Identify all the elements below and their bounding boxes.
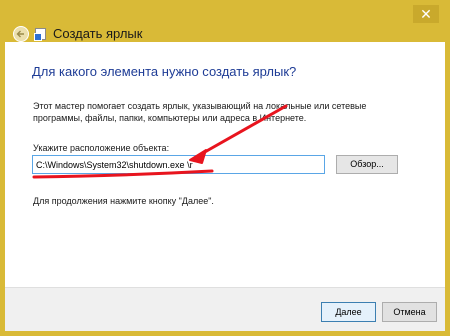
browse-button[interactable]: Обзор... [336, 155, 398, 174]
wizard-footer: Далее Отмена [5, 287, 445, 331]
close-button[interactable]: ✕ [413, 5, 439, 23]
cancel-button[interactable]: Отмена [382, 302, 437, 322]
shortcut-icon [34, 28, 46, 41]
location-input[interactable] [32, 155, 325, 174]
close-icon: ✕ [420, 6, 432, 22]
wizard-description: Этот мастер помогает создать ярлык, указ… [33, 101, 367, 123]
location-label: Укажите расположение объекта: [33, 143, 170, 153]
page-heading: Для какого элемента нужно создать ярлык? [32, 64, 297, 79]
next-hint: Для продолжения нажмите кнопку "Далее". [33, 196, 214, 206]
window-title: Создать ярлык [53, 26, 143, 41]
back-button[interactable] [13, 26, 29, 42]
wizard-content: Для какого элемента нужно создать ярлык?… [5, 42, 445, 287]
next-button[interactable]: Далее [321, 302, 376, 322]
back-arrow-icon [16, 30, 24, 38]
